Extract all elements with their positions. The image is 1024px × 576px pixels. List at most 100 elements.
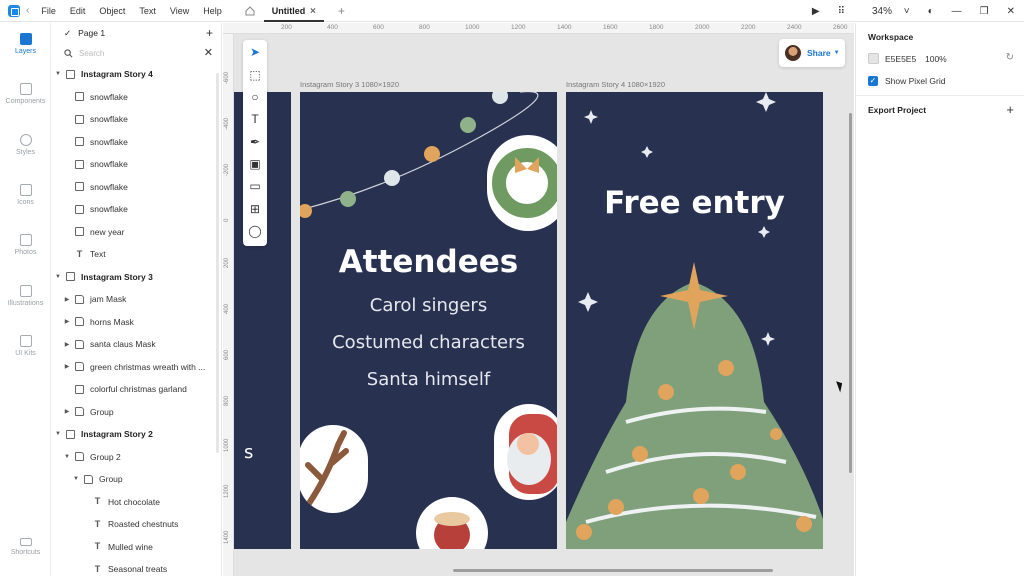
page-selector[interactable]: ✓ Page 1 +: [52, 23, 221, 43]
layer-label: snowflake: [90, 181, 128, 192]
chevron-down-icon[interactable]: ▼: [54, 71, 62, 77]
menu-view[interactable]: View: [170, 6, 189, 16]
layers-scrollbar[interactable]: [216, 73, 219, 453]
chevron-down-icon[interactable]: ▼: [63, 454, 71, 460]
frame-tool-icon[interactable]: ⬚: [248, 68, 262, 82]
close-search-icon[interactable]: ✕: [204, 46, 213, 59]
layer-group-row[interactable]: ▼ Instagram Story 4: [52, 63, 221, 86]
canvas-horizontal-scrollbar[interactable]: [453, 569, 773, 572]
chevron-right-icon[interactable]: ▶: [63, 341, 71, 348]
menu-text[interactable]: Text: [139, 6, 156, 16]
share-button[interactable]: Share ▼: [779, 39, 845, 67]
layer-row[interactable]: ▼ Group 2: [52, 446, 221, 469]
layer-row[interactable]: snowflake: [52, 131, 221, 154]
chevron-down-icon[interactable]: ▼: [54, 431, 62, 437]
layer-label: snowflake: [90, 114, 128, 125]
text-tool-icon[interactable]: T: [248, 112, 262, 126]
menu-object[interactable]: Object: [99, 6, 125, 16]
maximize-icon[interactable]: ❐: [980, 6, 989, 17]
chevron-right-icon[interactable]: ▶: [63, 363, 71, 370]
background-opacity-input[interactable]: 100%: [925, 54, 947, 64]
layer-row[interactable]: ▶ santa claus Mask: [52, 333, 221, 356]
layer-group-row[interactable]: ▼ Instagram Story 3: [52, 266, 221, 289]
components-tool-icon[interactable]: ⊞: [248, 202, 262, 216]
frame4-label[interactable]: Instagram Story 4 1080×1920: [566, 80, 665, 89]
layer-row[interactable]: ▶ horns Mask: [52, 311, 221, 334]
layer-row[interactable]: ▶ green christmas wreath with ...: [52, 356, 221, 379]
grid-apps-icon[interactable]: ⠿: [838, 6, 845, 17]
add-page-icon[interactable]: +: [206, 26, 213, 40]
comment-tool-icon[interactable]: ◯: [248, 224, 262, 238]
menu-edit[interactable]: Edit: [70, 6, 86, 16]
pixel-grid-checkbox[interactable]: ✓: [868, 76, 878, 86]
image-icon: [75, 227, 84, 237]
ruler-tick-label: 1800: [649, 24, 664, 31]
document-title: Untitled: [271, 5, 306, 16]
background-color-swatch[interactable]: [868, 53, 879, 64]
rail-styles[interactable]: Styles: [0, 134, 51, 156]
app-logo-icon[interactable]: [8, 4, 20, 17]
minimize-icon[interactable]: —: [952, 6, 962, 17]
rail-layers[interactable]: Layers: [0, 33, 51, 55]
pen-tool-icon[interactable]: ✒: [248, 135, 262, 149]
ruler-tick-label: 1400: [557, 24, 572, 31]
frame-instagram-story-4[interactable]: Free entry: [566, 92, 823, 549]
canvas-vertical-scrollbar[interactable]: [849, 113, 852, 473]
layer-row[interactable]: Text: [52, 243, 221, 266]
ui-kits-icon: [19, 335, 32, 347]
add-tab-icon[interactable]: +: [338, 4, 345, 18]
layer-row[interactable]: snowflake: [52, 153, 221, 176]
top-right-controls: ▶ ⠿ 34% ˅ ◐ — ❐ ✕: [803, 0, 1024, 22]
layer-row[interactable]: Roasted chestnuts: [52, 513, 221, 536]
play-icon[interactable]: ▶: [812, 6, 820, 17]
image-icon: [75, 182, 84, 192]
attendees-title: Attendees: [338, 244, 519, 280]
menu-file[interactable]: File: [41, 6, 56, 16]
layer-row[interactable]: snowflake: [52, 176, 221, 199]
layer-row[interactable]: snowflake: [52, 198, 221, 221]
rail-components[interactable]: Components: [0, 83, 51, 105]
back-chevron-icon[interactable]: ‹: [26, 5, 29, 16]
layer-row[interactable]: Seasonal treats: [52, 558, 221, 576]
input-tool-icon[interactable]: ▭: [248, 179, 262, 193]
tab-document[interactable]: Untitled ×: [263, 0, 324, 22]
layer-row[interactable]: colorful christmas garland: [52, 378, 221, 401]
dark-mode-icon[interactable]: ◐: [928, 6, 934, 17]
chevron-right-icon[interactable]: ▶: [63, 408, 71, 415]
layer-group-row[interactable]: ▼ Instagram Story 2: [52, 423, 221, 446]
reset-icon[interactable]: ↻: [1006, 52, 1014, 63]
layer-row[interactable]: new year: [52, 221, 221, 244]
rail-icons[interactable]: Icons: [0, 184, 51, 206]
frame-instagram-story-3[interactable]: Attendees Carol singers Costumed charact…: [300, 92, 557, 549]
window-close-icon[interactable]: ✕: [1007, 6, 1015, 17]
layer-row[interactable]: snowflake: [52, 86, 221, 109]
canvas[interactable]: 200 400 600 800 1000 1200 1400 1600 1800 2000 2200…: [223, 23, 854, 576]
image-tool-icon[interactable]: ▣: [248, 157, 262, 171]
layer-row[interactable]: ▼ Group: [52, 468, 221, 491]
layer-row[interactable]: ▶ jam Mask: [52, 288, 221, 311]
layer-row[interactable]: Mulled wine: [52, 536, 221, 559]
chevron-down-icon[interactable]: ▼: [54, 274, 62, 280]
add-export-icon[interactable]: +: [1006, 102, 1014, 117]
image-icon: [75, 384, 84, 394]
ellipse-tool-icon[interactable]: ○: [248, 90, 262, 104]
chevron-right-icon[interactable]: ▶: [63, 296, 71, 303]
rail-shortcuts[interactable]: Shortcuts: [0, 538, 51, 556]
ruler-tick-label: 2600: [833, 24, 848, 31]
frame3-label[interactable]: Instagram Story 3 1080×1920: [300, 80, 399, 89]
home-icon[interactable]: [244, 5, 256, 17]
rail-photos[interactable]: Photos: [0, 234, 51, 256]
layer-row[interactable]: Hot chocolate: [52, 491, 221, 514]
search-input[interactable]: [79, 48, 199, 58]
chevron-down-icon[interactable]: ▼: [72, 476, 80, 482]
select-tool-icon[interactable]: ➤: [248, 45, 262, 59]
close-icon[interactable]: ×: [307, 6, 316, 17]
chevron-right-icon[interactable]: ▶: [63, 318, 71, 325]
layer-row[interactable]: ▶ Group: [52, 401, 221, 424]
zoom-level[interactable]: 34% ˅: [863, 6, 910, 17]
rail-ui-kits[interactable]: UI Kits: [0, 335, 51, 357]
menu-help[interactable]: Help: [203, 6, 222, 16]
rail-illustrations[interactable]: Illustrations: [0, 285, 51, 307]
background-hex-input[interactable]: E5E5E5: [885, 54, 916, 64]
layer-row[interactable]: snowflake: [52, 108, 221, 131]
